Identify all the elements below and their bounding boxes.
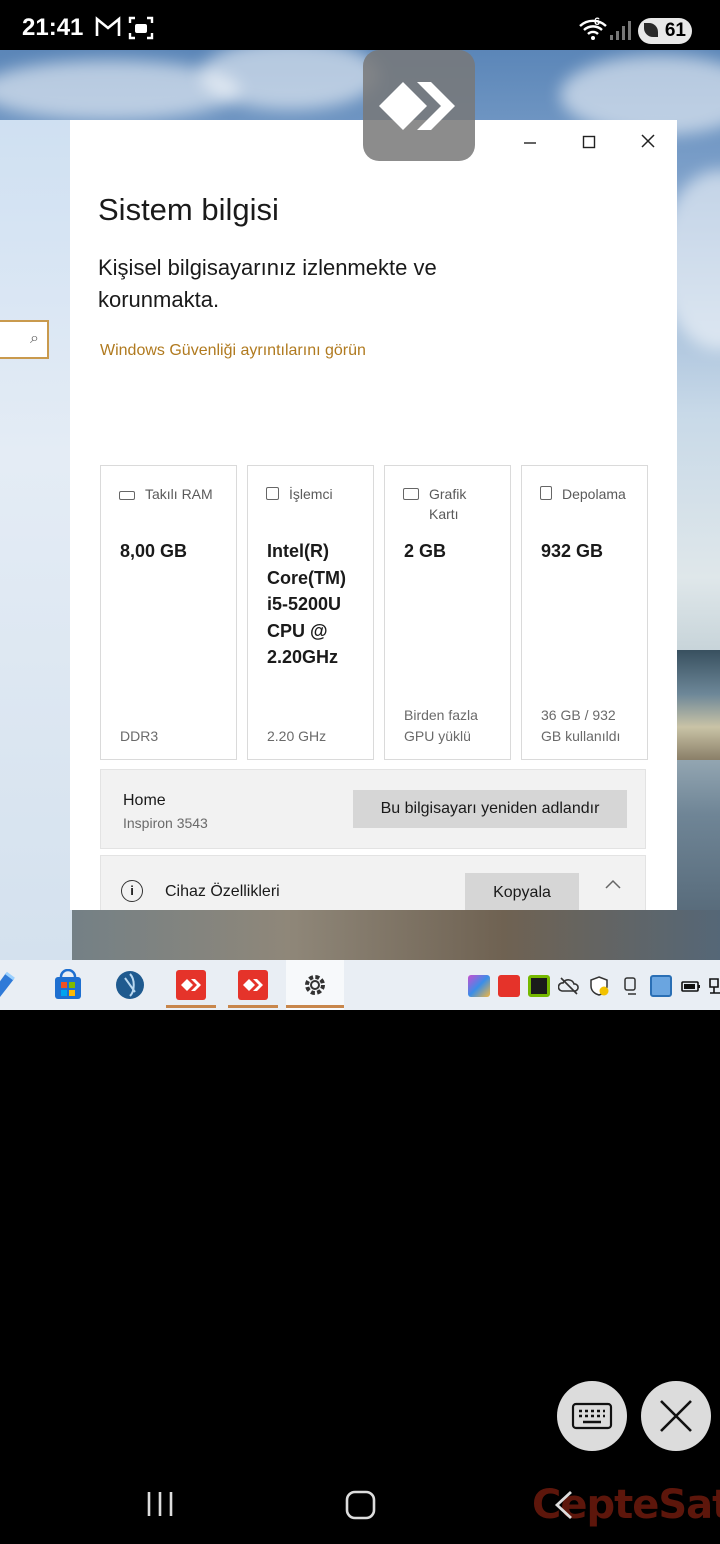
active-indicator — [228, 1005, 278, 1008]
remote-desktop[interactable]: ⌕ Sistem bilgisi Kişisel bilgisayarınız … — [0, 50, 720, 960]
gpu-label: Grafik Kartı — [429, 486, 467, 522]
close-session-button[interactable] — [641, 1381, 711, 1451]
tray-copilot-icon[interactable] — [468, 975, 490, 997]
gpu-note: Birden fazla GPU yüklü — [404, 707, 478, 744]
chevron-up-icon[interactable] — [604, 874, 622, 895]
active-indicator — [166, 1005, 216, 1008]
storage-label: Depolama — [562, 486, 626, 502]
copilot-icon[interactable] — [0, 969, 18, 1001]
anydesk-taskbar-icon[interactable] — [175, 969, 207, 1001]
device-specs-label: Cihaz Özellikleri — [165, 883, 280, 900]
device-specs-section[interactable]: i Cihaz Özellikleri Kopyala — [100, 855, 646, 910]
cpu-label: İşlemci — [289, 486, 333, 502]
graphics-card-icon — [403, 488, 419, 500]
processor-icon — [266, 487, 279, 500]
page-title: Sistem bilgisi — [98, 192, 279, 227]
search-icon: ⌕ — [30, 330, 39, 347]
cpu-card: İşlemci Intel(R) Core(TM) i5-5200U CPU @… — [247, 465, 374, 760]
tray-meet-icon[interactable] — [620, 975, 642, 997]
storage-usage: 36 GB / 932 GB kullanıldı — [541, 707, 621, 744]
info-icon: i — [121, 880, 143, 902]
gmail-icon — [95, 16, 121, 43]
keyboard-button[interactable] — [557, 1381, 627, 1451]
clock: 21:41 — [22, 14, 84, 41]
anydesk-floating-button[interactable] — [363, 50, 475, 161]
tray-network-icon[interactable] — [708, 975, 720, 997]
keyboard-icon — [571, 1402, 613, 1430]
ram-type: DDR3 — [120, 728, 159, 744]
battery-level: 61 — [664, 20, 686, 41]
copy-button[interactable]: Kopyala — [465, 873, 579, 910]
storage-icon — [540, 486, 552, 500]
rename-pc-button[interactable]: Bu bilgisayarı yeniden adlandır — [353, 790, 627, 828]
system-info-window: Sistem bilgisi Kişisel bilgisayarınız iz… — [70, 120, 677, 910]
wifi-badge: 6 — [594, 16, 601, 28]
tray-onedrive-offline-icon[interactable] — [557, 975, 580, 997]
cell-signal-icon — [608, 20, 632, 47]
recent-apps-button[interactable] — [145, 1490, 175, 1523]
device-name-section: Home Inspiron 3543 Bu bilgisayarı yenide… — [100, 769, 646, 849]
screen-record-icon — [128, 16, 154, 45]
tray-anydesk-icon[interactable] — [498, 975, 520, 997]
maximize-button[interactable] — [566, 128, 612, 158]
gpu-card: Grafik Kartı 2 GB Birden fazla GPU yüklü — [384, 465, 511, 760]
protection-status-text: Kişisel bilgisayarınız izlenmekte ve kor… — [98, 255, 437, 312]
gpu-value: 2 GB — [404, 541, 447, 561]
storage-value: 932 GB — [541, 541, 604, 561]
cpu-speed: 2.20 GHz — [267, 728, 327, 744]
wallpaper-shore — [0, 910, 720, 960]
storage-card: Depolama 932 GB 36 GB / 932 GB kullanıld… — [521, 465, 648, 760]
close-window-button[interactable] — [625, 128, 671, 158]
ram-value: 8,00 GB — [120, 541, 188, 561]
ram-card: Takılı RAM 8,00 GB DDR3 — [100, 465, 237, 760]
cpu-value: Intel(R) Core(TM) i5-5200U CPU @ 2.20GHz — [267, 541, 346, 667]
minimize-button[interactable] — [507, 128, 553, 158]
memory-icon — [119, 491, 135, 500]
tray-security-icon[interactable] — [588, 975, 610, 997]
settings-search-box[interactable]: ⌕ — [0, 320, 49, 359]
microsoft-store-icon[interactable] — [52, 968, 84, 1001]
power-saving-icon — [644, 23, 658, 37]
active-indicator — [286, 1005, 344, 1008]
back-button[interactable] — [553, 1490, 575, 1525]
tray-display-icon[interactable] — [650, 975, 672, 997]
wifi-icon — [578, 18, 608, 47]
android-status-bar: 21:41 6 61 — [0, 0, 720, 50]
windows-taskbar — [0, 960, 720, 1010]
settings-gear-icon[interactable] — [299, 969, 331, 1001]
security-details-link[interactable]: Windows Güvenliği ayrıntılarını görün — [100, 342, 366, 360]
battery-indicator: 61 — [638, 18, 692, 44]
device-name: Home — [123, 792, 166, 809]
anydesk-logo-icon — [379, 82, 455, 130]
home-button[interactable] — [345, 1490, 377, 1525]
background-settings-panel: ⌕ — [0, 120, 72, 960]
device-model: Inspiron 3543 — [123, 815, 208, 831]
tray-nvidia-icon[interactable] — [528, 975, 550, 997]
close-icon — [660, 1400, 692, 1432]
ram-label: Takılı RAM — [145, 486, 213, 502]
tray-battery-icon[interactable] — [680, 975, 702, 997]
browser-icon[interactable] — [114, 969, 146, 1001]
anydesk-taskbar-icon-2[interactable] — [237, 969, 269, 1001]
